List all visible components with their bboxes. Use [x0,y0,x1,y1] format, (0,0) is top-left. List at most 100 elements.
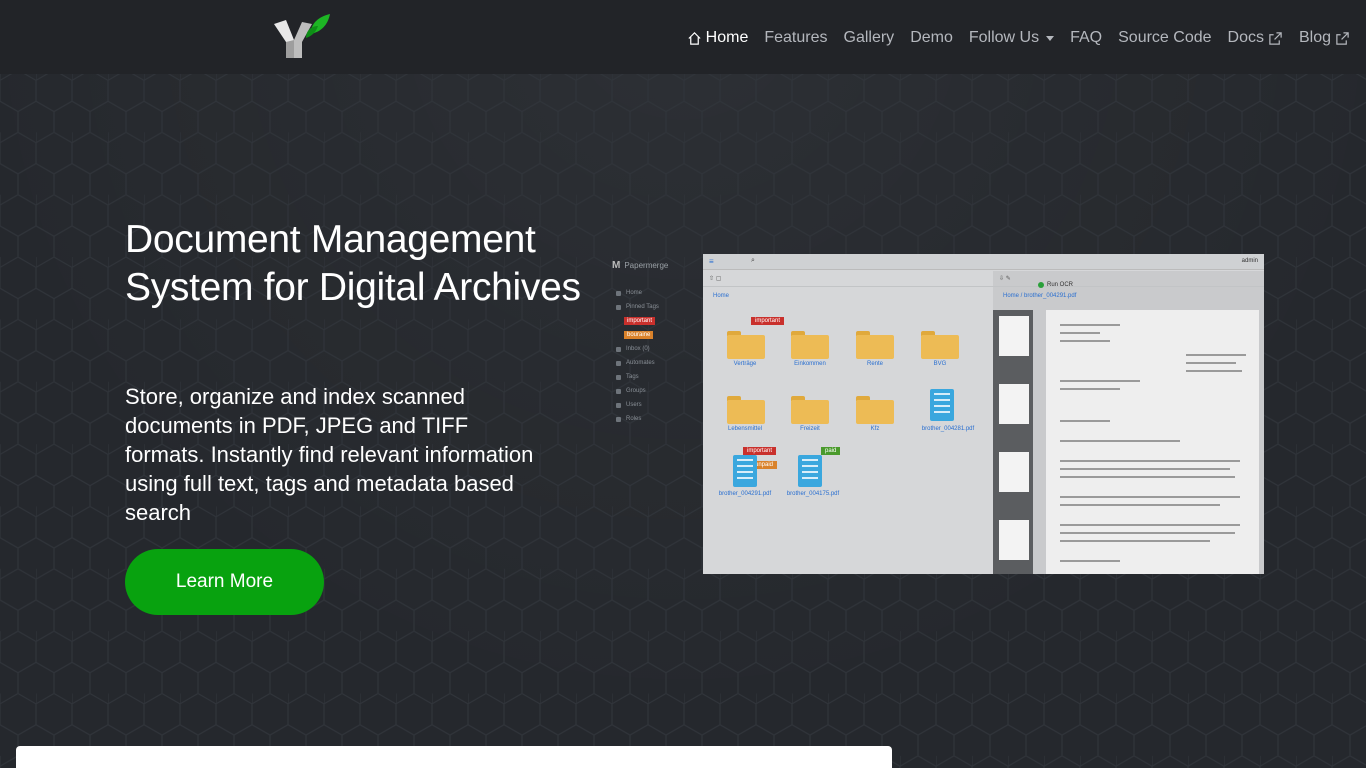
nav-blog-label: Blog [1298,29,1331,46]
page-thumbnail [999,384,1029,424]
screenshot-sidebar-item: Roles [616,412,659,426]
nav-follow-us-label: Follow Us [968,29,1040,46]
screenshot-sidebar-label: Users [626,402,642,408]
content-card [16,746,892,768]
inbox-icon [616,346,621,352]
app-screenshot: M Papermerge Home Pinned Tags important b… [612,254,1264,574]
external-link-icon [1269,31,1282,45]
tag-important: important [751,317,785,325]
document-icon [930,389,954,421]
folder-icon [791,331,829,361]
screenshot-sidebar-item: Groups [616,384,659,398]
external-link-icon [1336,31,1349,45]
screenshot-sidebar-label: Inbox (0) [626,346,650,352]
screenshot-topbar: ≡ ⌕ admin [703,254,1264,270]
screenshot-sidebar-item: Inbox (0) [616,342,659,356]
screenshot-left-breadcrumb: Home [713,293,730,299]
nav-docs[interactable]: Docs [1220,26,1291,50]
folder-label: BVG [933,361,947,367]
nav-demo[interactable]: Demo [902,26,961,50]
page-thumbnail [999,520,1029,560]
papermerge-logo[interactable] [272,12,332,62]
screenshot-pinned-tag: bouraine [616,328,659,342]
learn-more-button[interactable]: Learn More [125,549,324,615]
screenshot-left-toolbar: ⇧ ▢ [703,271,993,287]
document-icon [798,455,822,487]
nav-blog[interactable]: Blog [1291,26,1358,50]
search-icon: ⌕ [751,257,755,264]
folder-icon [856,331,894,361]
nav-follow-us-dropdown[interactable]: Follow Us [961,26,1062,50]
document-label: brother_004281.pdf [921,426,975,432]
nav-home[interactable]: Home [679,26,757,50]
nav-docs-label: Docs [1227,29,1264,46]
folder-icon [856,396,894,426]
navbar: Home Features Gallery Demo Follow Us FAQ… [0,0,1366,74]
home-icon [616,290,621,296]
papermerge-mini-logo: M [612,260,621,271]
folder-label: Einkommen [794,361,826,367]
users-icon [616,402,621,408]
nav-features[interactable]: Features [756,26,835,50]
tag-important: important [743,447,777,455]
caret-down-icon [1046,35,1055,41]
hero-subtitle: Store, organize and index scanned docume… [125,384,534,525]
screenshot-left-pane: ⇧ ▢ Home important Verträge Einkommen Re… [703,271,993,574]
screenshot-sidebar-item: Pinned Tags [616,300,659,314]
tags-icon [616,374,621,380]
nav-home-label: Home [705,29,749,46]
folder-label: Verträge [733,361,757,367]
screenshot-sidebar-label: Groups [626,388,646,394]
page-thumbnail [999,452,1029,492]
folder-icon [791,396,829,426]
folder-icon [727,331,765,361]
document-label: brother_004175.pdf [786,491,840,497]
nav-source-code[interactable]: Source Code [1110,26,1219,50]
screenshot-sidebar-item: Automates [616,356,659,370]
hero-title: Document Management System for Digital A… [125,218,581,309]
screenshot-right-toolbar: ⇩ ✎ [993,271,1264,287]
tag-paid: paid [821,447,841,455]
roles-icon [616,416,621,422]
screenshot-sidebar-label: Automates [626,360,655,366]
run-ocr-button: Run OCR [1038,282,1073,288]
tag-important: important [624,317,656,325]
screenshot-sidebar: M Papermerge Home Pinned Tags important b… [612,254,702,574]
house-icon [688,31,701,45]
folder-icon [727,396,765,426]
screenshot-sidebar-label: Roles [626,416,642,422]
screenshot-brand-label: Papermerge [624,261,669,270]
nav-faq-label: FAQ [1070,29,1103,46]
groups-icon [616,388,621,394]
hamburger-icon: ≡ [709,257,714,266]
screenshot-sidebar-label: Home [626,290,643,296]
screenshot-pinned-tag: important [616,314,659,328]
document-icon [733,455,757,487]
nav-gallery[interactable]: Gallery [836,26,903,50]
automates-icon [616,360,621,366]
screenshot-sidebar-label: Pinned Tags [626,304,659,310]
screenshot-sidebar-list: Home Pinned Tags important bouraine Inbo… [616,286,659,426]
folder-label: Freizeit [800,426,820,432]
page-thumbnail [999,316,1029,356]
folder-label: Kfz [870,426,880,432]
screenshot-user: admin [1241,258,1258,264]
nav-demo-label: Demo [910,29,953,46]
screenshot-window: ≡ ⌕ admin ⇧ ▢ Home important Verträge Ei… [703,254,1264,574]
folder-label: Lebensmittel [727,426,763,432]
screenshot-sidebar-label: Tags [626,374,639,380]
screenshot-sidebar-item: Tags [616,370,659,384]
screenshot-right-breadcrumb: Home / brother_004291.pdf [1003,293,1077,299]
run-ocr-label: Run OCR [1047,282,1074,288]
nav-source-code-label: Source Code [1118,29,1212,46]
screenshot-brand: M Papermerge [612,260,668,271]
folder-icon [921,331,959,361]
nav-gallery-label: Gallery [843,29,895,46]
nav-faq[interactable]: FAQ [1062,26,1110,50]
screenshot-sidebar-item: Users [616,398,659,412]
tag-bouraine: bouraine [624,331,654,339]
document-page-preview [1046,310,1259,574]
main-menu: Home Features Gallery Demo Follow Us FAQ… [679,26,1358,50]
screenshot-sidebar-item: Home [616,286,659,300]
nav-features-label: Features [764,29,828,46]
